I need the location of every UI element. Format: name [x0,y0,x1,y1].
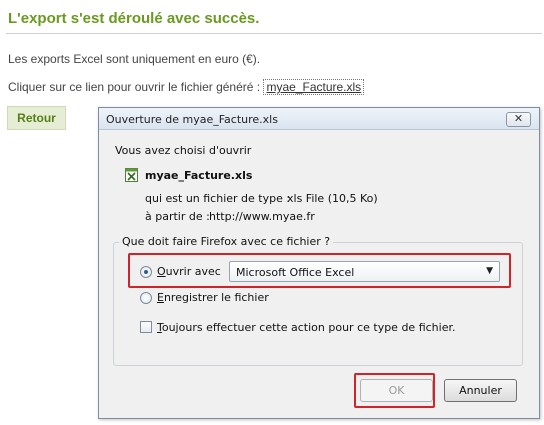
title-divider [6,33,542,34]
download-instruction-text: Cliquer sur ce lien pour ouvrir le fichi… [8,80,261,94]
file-source-value: http://www.myae.fr [209,210,315,223]
file-type-value: xls File (10,5 Ko) [287,192,378,205]
download-instruction: Cliquer sur ce lien pour ouvrir le fichi… [8,79,365,95]
save-file-accel: E [157,291,164,304]
excel-file-icon [125,168,138,182]
dialog-intro-text: Vous avez choisi d'ouvrir [115,144,252,157]
always-do-label-rest: oujours effectuer cette action pour ce t… [161,321,456,334]
close-icon[interactable]: ✕ [506,112,531,127]
save-file-label[interactable]: Enregistrer le fichier [157,291,269,304]
always-do-label[interactable]: Toujours effectuer cette action pour ce … [157,321,455,334]
file-type-label: qui est un fichier de type : [145,192,291,205]
ok-button-highlight [354,373,435,408]
dialog-file-name: myae_Facture.xls [145,169,253,182]
always-do-checkbox[interactable] [140,321,152,333]
page-title: L'export s'est déroulé avec succès. [8,10,260,27]
retour-button[interactable]: Retour [7,106,66,130]
open-with-highlight [128,253,511,288]
save-file-label-rest: nregistrer le fichier [163,291,269,304]
file-source-label: à partir de : [145,210,210,223]
save-file-radio[interactable] [140,292,152,304]
euro-notice-text: Les exports Excel sont uniquement en eur… [8,52,261,66]
dialog-titlebar[interactable]: Ouverture de myae_Facture.xls ✕ [99,108,539,130]
action-question: Que doit faire Firefox avec ce fichier ? [119,235,334,248]
generated-file-link[interactable]: myae_Facture.xls [263,79,365,95]
cancel-button[interactable]: Annuler [444,379,517,402]
dialog-title: Ouverture de myae_Facture.xls [106,113,278,126]
file-open-dialog: Ouverture de myae_Facture.xls ✕ Vous ave… [98,107,540,419]
